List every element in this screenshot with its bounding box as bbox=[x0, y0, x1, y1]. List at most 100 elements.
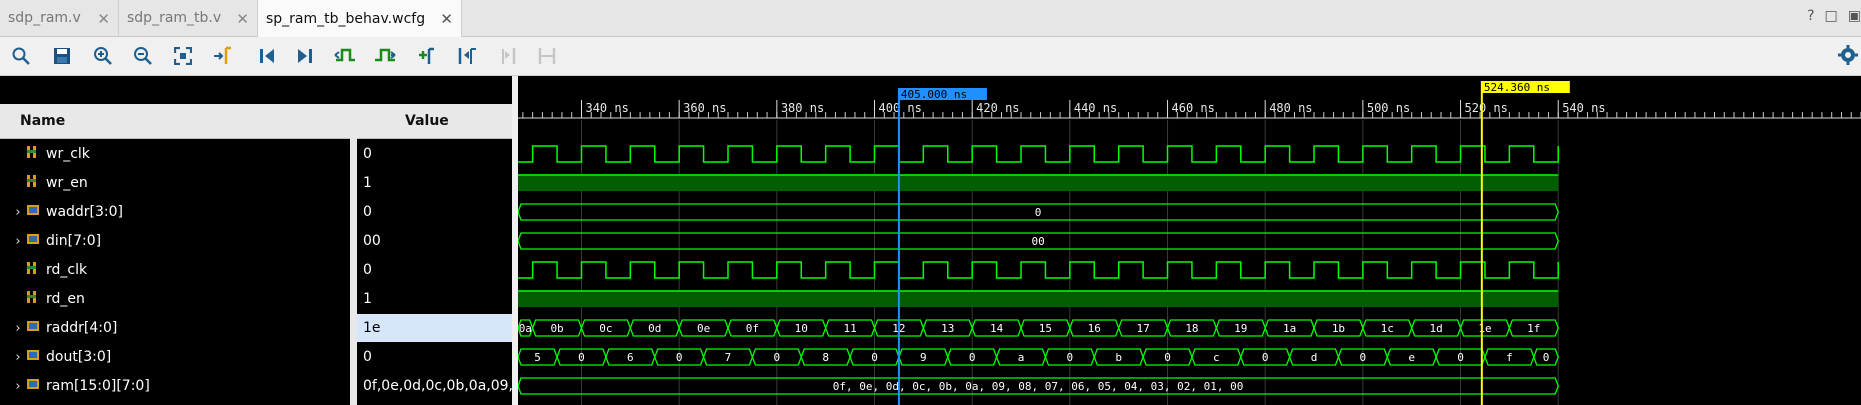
signal-name-row[interactable]: wr_en bbox=[0, 169, 350, 197]
chevron-right-icon[interactable]: › bbox=[10, 234, 26, 249]
signal-value[interactable]: 0 bbox=[357, 343, 512, 371]
signal-value[interactable]: 0 bbox=[357, 198, 512, 226]
signal-value[interactable]: 0 bbox=[357, 256, 512, 284]
tick-label: 340 ns bbox=[585, 101, 628, 115]
chevron-right-icon[interactable]: › bbox=[10, 350, 26, 365]
window-buttons: ? □ ▣ bbox=[1807, 8, 1861, 24]
bus-value-label: c bbox=[1213, 351, 1220, 364]
signal-name: waddr[3:0] bbox=[46, 204, 124, 220]
bus-signal-icon bbox=[26, 376, 40, 396]
previous-marker-icon[interactable] bbox=[456, 45, 478, 67]
signal-name-row[interactable]: › waddr[3:0] bbox=[0, 198, 350, 226]
go-to-cursor-icon[interactable] bbox=[212, 45, 234, 67]
bus-value-label: 6 bbox=[627, 351, 634, 364]
bus-value-label: 10 bbox=[795, 322, 808, 335]
signal-value[interactable]: 0f,0e,0d,0c,0b,0a,09,08 bbox=[357, 372, 512, 400]
signal-value[interactable]: 1 bbox=[357, 285, 512, 313]
signal-name: rd_en bbox=[46, 291, 85, 307]
signal-name-row[interactable]: rd_clk bbox=[0, 256, 350, 284]
tab-sdp-ram-v[interactable]: sdp_ram.v ✕ bbox=[0, 0, 119, 36]
tick-label: 380 ns bbox=[781, 101, 824, 115]
bus-value-label: 7 bbox=[725, 351, 732, 364]
bus-value-label: b bbox=[1115, 351, 1122, 364]
bus-value-label: 1f bbox=[1527, 322, 1540, 335]
bus-value-label: 00 bbox=[1031, 235, 1044, 248]
signal-name-row[interactable]: wr_clk bbox=[0, 140, 350, 168]
chevron-right-icon[interactable]: › bbox=[10, 321, 26, 336]
signal-name-row[interactable]: › ram[15:0][7:0] bbox=[0, 372, 350, 400]
tab-label: sdp_ram.v bbox=[8, 10, 81, 26]
go-to-time-zero-icon[interactable] bbox=[256, 45, 278, 67]
bit-signal-icon bbox=[26, 260, 40, 280]
bus-value-label: 0c bbox=[599, 322, 612, 335]
bus-value-label: e bbox=[1408, 351, 1415, 364]
add-marker-icon[interactable] bbox=[414, 45, 436, 67]
tab-label: sp_ram_tb_behav.wcfg bbox=[266, 10, 426, 27]
bus-signal-icon bbox=[26, 202, 40, 222]
tick-label: 360 ns bbox=[683, 101, 726, 115]
gear-icon[interactable] bbox=[1837, 44, 1859, 70]
tab-sp-ram-tb-behav-wcfg[interactable]: sp_ram_tb_behav.wcfg ✕ bbox=[258, 0, 462, 37]
value-column-header[interactable]: Value bbox=[357, 104, 512, 139]
editor-tab-bar: sdp_ram.v ✕ sdp_ram_tb.v ✕ sp_ram_tb_beh… bbox=[0, 0, 1861, 37]
tab-sdp-ram-tb-v[interactable]: sdp_ram_tb.v ✕ bbox=[119, 0, 258, 36]
signal-name-row[interactable]: rd_en bbox=[0, 285, 350, 313]
bus-value-label: 1a bbox=[1283, 322, 1296, 335]
bus-value-label: 0f bbox=[746, 322, 759, 335]
signal-list-panel: Name Value wr_clk 0 wr_en 1 › waddr[3:0] 0 › din… bbox=[0, 76, 512, 405]
signal-name: din[7:0] bbox=[46, 233, 102, 249]
bus-value-label: 0 bbox=[1457, 351, 1464, 364]
signal-name-row[interactable]: › din[7:0] bbox=[0, 227, 350, 255]
go-to-last-time-icon[interactable] bbox=[294, 45, 316, 67]
bus-value-label: 9 bbox=[920, 351, 927, 364]
bus-value-label: 0 bbox=[1067, 351, 1074, 364]
tab-label: sdp_ram_tb.v bbox=[127, 10, 222, 26]
tick-label: 500 ns bbox=[1367, 101, 1410, 115]
search-icon[interactable] bbox=[10, 45, 32, 67]
bus-value-label: 1d bbox=[1429, 322, 1442, 335]
bus-value-label: 0 bbox=[1164, 351, 1171, 364]
save-icon[interactable] bbox=[51, 45, 73, 67]
clock-waveform bbox=[518, 145, 1559, 163]
swap-cursors-icon[interactable] bbox=[536, 45, 558, 67]
next-transition-icon[interactable] bbox=[374, 45, 396, 67]
column-divider[interactable] bbox=[350, 104, 357, 405]
bus-value-label: 0 bbox=[1035, 206, 1042, 219]
bus-value-label: 0e bbox=[697, 322, 710, 335]
bus-value-label: 0 bbox=[676, 351, 683, 364]
signal-name-row[interactable]: › dout[3:0] bbox=[0, 343, 350, 371]
maximize-icon[interactable]: ▣ bbox=[1848, 8, 1861, 24]
name-column-header[interactable]: Name bbox=[0, 104, 350, 139]
restore-icon[interactable]: □ bbox=[1825, 8, 1838, 24]
signal-name: wr_en bbox=[46, 175, 88, 191]
bus-value-label: 5 bbox=[534, 351, 541, 364]
tick-label: 400 ns bbox=[879, 101, 922, 115]
waveform-canvas[interactable]: 340 ns 360 ns 380 ns 400 ns 420 ns 440 ns 460 … bbox=[518, 76, 1861, 405]
help-icon[interactable]: ? bbox=[1807, 8, 1814, 24]
bus-value-label: 0 bbox=[1360, 351, 1367, 364]
signal-value[interactable]: 00 bbox=[357, 227, 512, 255]
signal-name-row[interactable]: › raddr[4:0] bbox=[0, 314, 350, 342]
next-marker-icon[interactable] bbox=[496, 45, 518, 67]
signal-value[interactable]: 1 bbox=[357, 169, 512, 197]
bus-value-label: 13 bbox=[941, 322, 954, 335]
signal-value[interactable]: 0 bbox=[357, 140, 512, 168]
close-icon[interactable]: ✕ bbox=[236, 10, 249, 28]
zoom-in-icon[interactable] bbox=[92, 45, 114, 67]
chevron-right-icon[interactable]: › bbox=[10, 379, 26, 394]
close-icon[interactable]: ✕ bbox=[440, 10, 453, 28]
chevron-right-icon[interactable]: › bbox=[10, 205, 26, 220]
zoom-out-icon[interactable] bbox=[132, 45, 154, 67]
secondary-cursor-label: 405.000 ns bbox=[901, 88, 967, 101]
signal-value[interactable]: 1e bbox=[357, 314, 512, 342]
bus-value-label: 0a bbox=[519, 322, 532, 335]
bus-value-label: 1e bbox=[1478, 322, 1491, 335]
bus-value-label: 0d bbox=[648, 322, 661, 335]
zoom-fit-icon[interactable] bbox=[172, 45, 194, 67]
close-icon[interactable]: ✕ bbox=[97, 10, 110, 28]
bus-value-label: 18 bbox=[1185, 322, 1198, 335]
bus-value-label: 0 bbox=[871, 351, 878, 364]
previous-transition-icon[interactable] bbox=[334, 45, 356, 67]
waveform-toolbar bbox=[0, 37, 1861, 76]
bus-value-label: 8 bbox=[822, 351, 829, 364]
